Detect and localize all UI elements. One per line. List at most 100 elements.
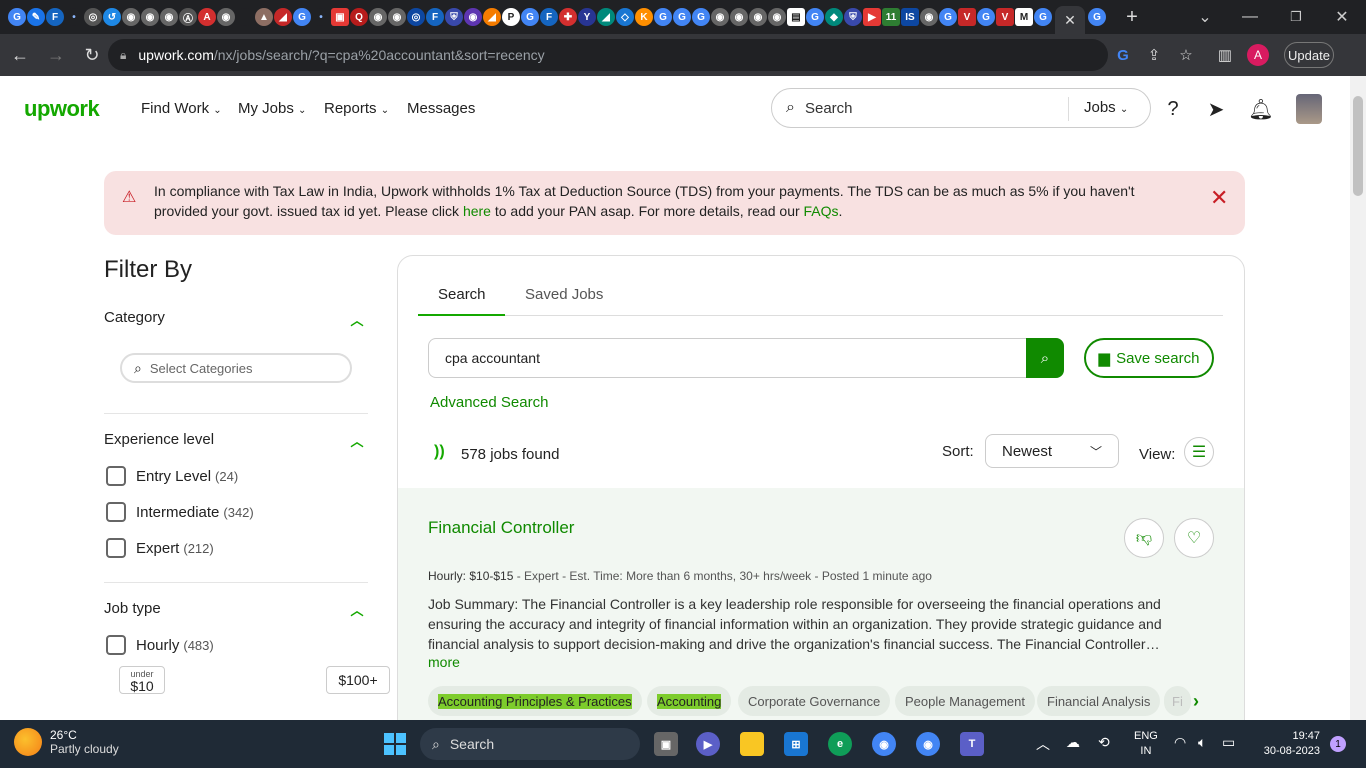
skill-badge[interactable]: Fi bbox=[1164, 686, 1191, 716]
reload-icon[interactable]: ↻ bbox=[76, 39, 108, 71]
checkbox[interactable] bbox=[106, 466, 126, 486]
tab-favicon-icon[interactable]: F bbox=[540, 8, 558, 26]
tab-favicon-icon[interactable]: Y bbox=[578, 8, 596, 26]
pan-here-link[interactable]: here bbox=[463, 203, 491, 219]
back-icon[interactable]: ← bbox=[4, 39, 36, 71]
tab-favicon-icon[interactable]: G bbox=[692, 8, 710, 26]
weather-widget[interactable]: 26°C Partly cloudy bbox=[14, 728, 119, 756]
tab-favicon-icon[interactable]: Ⓐ bbox=[179, 8, 197, 26]
tab-favicon-icon[interactable]: ◉ bbox=[711, 8, 729, 26]
filter-entry-level[interactable]: Entry Level (24) bbox=[104, 466, 238, 486]
skill-badge[interactable]: Corporate Governance bbox=[738, 686, 891, 716]
tab-favicon-icon[interactable]: G bbox=[1088, 8, 1106, 26]
search-submit-button[interactable]: ⌕ bbox=[1026, 338, 1064, 378]
chevron-right-icon[interactable]: › bbox=[1193, 691, 1199, 712]
tab-favicon-icon[interactable]: K bbox=[635, 8, 653, 26]
taskbar-search[interactable]: ⌕ Search bbox=[420, 728, 640, 760]
tab-favicon-icon[interactable]: G bbox=[654, 8, 672, 26]
close-alert-icon[interactable]: ✕ bbox=[1210, 185, 1228, 211]
tab-favicon-icon[interactable]: 11 bbox=[882, 8, 900, 26]
window-restore-icon[interactable]: ❐ bbox=[1276, 0, 1316, 34]
tab-favicon-icon[interactable]: ◉ bbox=[388, 8, 406, 26]
user-avatar[interactable] bbox=[1296, 94, 1322, 124]
forward-icon[interactable]: → bbox=[40, 39, 72, 71]
google-lens-icon[interactable]: G bbox=[1112, 44, 1134, 66]
search-scope-dropdown[interactable]: Jobs ⌄ bbox=[1084, 99, 1128, 116]
tab-favicon-icon[interactable]: ◆ bbox=[825, 8, 843, 26]
tab-favicon-icon[interactable]: ◉ bbox=[768, 8, 786, 26]
skill-badge[interactable]: Accounting Principles & Practices bbox=[428, 686, 642, 716]
filter-hourly[interactable]: Hourly (483) bbox=[104, 635, 214, 655]
chevron-up-icon[interactable]: ︿ bbox=[348, 431, 366, 449]
tab-favicon-icon[interactable]: A bbox=[198, 8, 216, 26]
job-type-heading[interactable]: Job type bbox=[104, 600, 161, 617]
checkbox[interactable] bbox=[106, 538, 126, 558]
new-tab-icon[interactable]: + bbox=[1123, 6, 1141, 28]
chrome-icon[interactable]: ◉ bbox=[872, 732, 896, 756]
nav-find-work[interactable]: Find Work ⌄ bbox=[141, 100, 222, 117]
microsoft-store-icon[interactable]: ⊞ bbox=[784, 732, 808, 756]
tab-favicon-icon[interactable]: F bbox=[426, 8, 444, 26]
tab-favicon-icon[interactable]: ◢ bbox=[597, 8, 615, 26]
tab-favicon-icon[interactable]: ◉ bbox=[122, 8, 140, 26]
job-title-link[interactable]: Financial Controller bbox=[428, 518, 574, 538]
chevron-up-icon[interactable]: ︿ bbox=[348, 310, 366, 328]
header-search[interactable]: ⌕ Search Jobs ⌄ bbox=[771, 88, 1151, 128]
wifi-icon[interactable]: ◠ bbox=[1174, 734, 1186, 751]
heart-icon[interactable]: ♡ bbox=[1174, 518, 1214, 558]
battery-icon[interactable]: ▭ bbox=[1222, 734, 1235, 751]
tab-favicon-icon[interactable]: ◢ bbox=[483, 8, 501, 26]
tab-favicon-icon[interactable]: • bbox=[65, 8, 83, 26]
update-button[interactable]: Update bbox=[1284, 42, 1334, 68]
volume-icon[interactable]: 🔈︎ bbox=[1198, 734, 1206, 751]
side-panel-icon[interactable]: ▥ bbox=[1214, 44, 1236, 66]
chevron-up-icon[interactable]: ︿ bbox=[348, 600, 366, 618]
advanced-search-link[interactable]: Advanced Search bbox=[430, 394, 548, 411]
tab-favicon-icon[interactable]: ▶ bbox=[863, 8, 881, 26]
direct-contracts-icon[interactable]: ➤ bbox=[1203, 96, 1229, 122]
tab-favicon-icon[interactable]: Q bbox=[350, 8, 368, 26]
skill-badge[interactable]: Accounting bbox=[647, 686, 732, 716]
category-select[interactable]: ⌕ Select Categories bbox=[120, 353, 352, 383]
tab-favicon-icon[interactable]: ⛨ bbox=[844, 8, 862, 26]
tab-favicon-icon[interactable]: V bbox=[996, 8, 1014, 26]
save-search-button[interactable]: ▆ Save search bbox=[1084, 338, 1214, 378]
tab-favicon-icon[interactable]: IS bbox=[901, 8, 919, 26]
teams-meet-icon[interactable]: ▶ bbox=[696, 732, 720, 756]
tab-favicon-icon[interactable]: G bbox=[977, 8, 995, 26]
more-link[interactable]: more bbox=[428, 654, 460, 670]
sort-dropdown[interactable]: Newest ﹀ bbox=[985, 434, 1119, 468]
tab-favicon-icon[interactable]: G bbox=[673, 8, 691, 26]
header-search-input[interactable]: Search bbox=[805, 100, 853, 117]
tab-favicon-icon[interactable]: G bbox=[1034, 8, 1052, 26]
thumbs-down-icon[interactable]: 👎︎ bbox=[1124, 518, 1164, 558]
tab-favicon-icon[interactable]: G bbox=[806, 8, 824, 26]
notification-badge[interactable]: 1 bbox=[1330, 736, 1346, 752]
tab-favicon-icon[interactable]: ▲ bbox=[255, 8, 273, 26]
experience-heading[interactable]: Experience level bbox=[104, 431, 214, 448]
windows-start-icon[interactable] bbox=[384, 733, 406, 755]
window-close-icon[interactable]: ✕ bbox=[1322, 0, 1362, 34]
window-minimize-icon[interactable]: — bbox=[1230, 0, 1270, 34]
nav-reports[interactable]: Reports ⌄ bbox=[324, 100, 389, 117]
category-heading[interactable]: Category bbox=[104, 309, 165, 326]
checkbox[interactable] bbox=[106, 635, 126, 655]
nav-my-jobs[interactable]: My Jobs ⌄ bbox=[238, 100, 306, 117]
sync-icon[interactable]: ⟲ bbox=[1098, 734, 1110, 751]
tab-favicon-icon[interactable]: M bbox=[1015, 8, 1033, 26]
edge-icon[interactable]: e bbox=[828, 732, 852, 756]
active-tab-close-icon[interactable]: ✕ bbox=[1055, 6, 1085, 34]
share-icon[interactable]: ⇪ bbox=[1143, 44, 1165, 66]
tab-favicon-icon[interactable]: G bbox=[293, 8, 311, 26]
tab-favicon-icon[interactable]: ✎ bbox=[27, 8, 45, 26]
tab-favicon-icon[interactable]: • bbox=[312, 8, 330, 26]
tab-favicon-icon[interactable]: G bbox=[521, 8, 539, 26]
tab-favicon-icon[interactable]: ◇ bbox=[616, 8, 634, 26]
show-hidden-icons-icon[interactable]: ︿ bbox=[1036, 734, 1050, 754]
nav-messages[interactable]: Messages bbox=[407, 100, 475, 117]
teams-icon[interactable]: T bbox=[960, 732, 984, 756]
tab-favicon-icon[interactable] bbox=[236, 8, 254, 26]
tab-favicon-icon[interactable]: ↺ bbox=[103, 8, 121, 26]
job-tile[interactable]: Financial Controller 👎︎ ♡ Hourly: $10-$1… bbox=[398, 488, 1244, 720]
tab-favicon-icon[interactable]: ✚ bbox=[559, 8, 577, 26]
